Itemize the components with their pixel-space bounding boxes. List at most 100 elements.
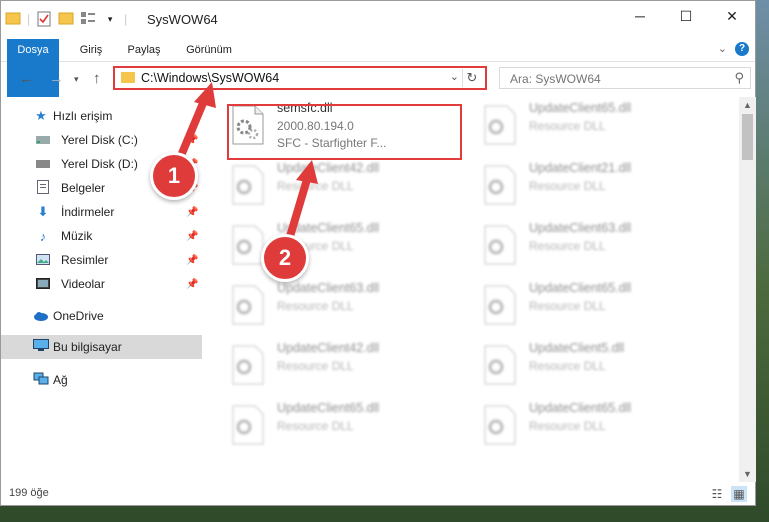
sidebar-item-videos[interactable]: Videolar 📌 (1, 273, 202, 295)
recent-locations-icon[interactable]: ▾ (74, 74, 79, 85)
customize-toolbar-icon[interactable]: ▾ (102, 11, 118, 27)
sidebar-item-label: Hızlı erişim (53, 109, 113, 123)
sidebar-item-label: Müzik (61, 229, 93, 243)
file-item[interactable]: UpdateClient65.dll Resource DLL (203, 217, 435, 275)
file-item[interactable]: UpdateClient65.dll Resource DLL (455, 397, 687, 455)
dll-file-icon (232, 285, 264, 325)
expand-ribbon-icon[interactable]: ⌄ (718, 42, 727, 55)
explorer-window: | ▾ | SysWOW64 ─ ☐ ✕ Dosya Giriş Paylaş … (0, 0, 756, 506)
sidebar-item-pictures[interactable]: Resimler 📌 (1, 249, 202, 271)
drive-icon (35, 157, 51, 172)
file-item[interactable]: UpdateClient21.dll Resource DLL (455, 157, 687, 215)
maximize-button[interactable]: ☐ (663, 1, 709, 31)
sidebar-item-label: Yerel Disk (C:) (61, 133, 138, 147)
file-name: UpdateClient65.dll (529, 401, 632, 415)
step-1-badge: 1 (150, 152, 198, 200)
file-item[interactable]: UpdateClient42.dll Resource DLL (203, 337, 435, 395)
window-controls: ─ ☐ ✕ (617, 1, 755, 31)
drive-icon (35, 133, 51, 148)
search-input[interactable] (508, 71, 712, 87)
sidebar-item-music[interactable]: ♪ Müzik 📌 (1, 225, 202, 247)
star-icon: ★ (35, 108, 47, 123)
sidebar-item-label: Bu bilgisayar (53, 340, 122, 354)
dll-file-icon (232, 225, 264, 265)
sidebar-item-network[interactable]: Ağ (1, 369, 202, 391)
file-item[interactable]: UpdateClient65.dll Resource DLL (203, 397, 435, 455)
sidebar-item-label: Belgeler (61, 181, 106, 195)
minimize-button[interactable]: ─ (617, 1, 663, 31)
pin-icon[interactable]: 📌 (186, 135, 198, 146)
computer-icon (33, 339, 49, 355)
network-icon (33, 372, 49, 388)
address-path[interactable]: C:\Windows\SysWOW64 (141, 71, 279, 85)
tab-share[interactable]: Paylaş (121, 39, 167, 61)
file-description: Resource DLL (277, 299, 354, 313)
dll-file-icon (484, 225, 516, 265)
file-item[interactable]: UpdateClient63.dll Resource DLL (203, 277, 435, 335)
search-box[interactable]: ⚲ (499, 67, 751, 89)
tab-view[interactable]: Görünüm (179, 39, 239, 61)
scroll-up-icon[interactable]: ▲ (739, 97, 756, 113)
file-description: Resource DLL (529, 179, 606, 193)
details-view-icon[interactable]: ☷ (709, 486, 725, 502)
dll-file-icon (484, 105, 516, 145)
file-name: UpdateClient21.dll (529, 161, 632, 175)
file-name: UpdateClient42.dll (277, 161, 380, 175)
scroll-thumb[interactable] (742, 114, 753, 160)
pin-icon[interactable]: 📌 (186, 231, 198, 242)
new-folder-icon[interactable] (58, 11, 74, 27)
status-bar: 199 öğe ☷ ▦ (1, 485, 755, 505)
navigation-bar: ← → ▾ ↑ C:\Windows\SysWOW64 ⌄ ↻ ⚲ (1, 62, 755, 94)
sidebar-item-this-pc[interactable]: Bu bilgisayar (1, 335, 202, 359)
search-icon[interactable]: ⚲ (734, 70, 744, 86)
file-item[interactable]: UpdateClient65.dll Resource DLL (455, 277, 687, 335)
close-button[interactable]: ✕ (709, 1, 755, 31)
sidebar-item-label: Videolar (61, 277, 105, 291)
folder-icon (121, 72, 135, 83)
file-name: UpdateClient65.dll (529, 281, 632, 295)
dll-file-icon (484, 165, 516, 205)
dll-file-icon (484, 405, 516, 445)
sidebar-item-label: Yerel Disk (D:) (61, 157, 138, 171)
scroll-down-icon[interactable]: ▼ (739, 466, 756, 482)
file-name: UpdateClient65.dll (277, 401, 380, 415)
file-description: Resource DLL (277, 179, 354, 193)
sidebar-item-label: İndirmeler (61, 205, 115, 219)
sidebar-item-onedrive[interactable]: OneDrive (1, 305, 202, 327)
dll-file-icon (232, 165, 264, 205)
up-arrow-icon[interactable]: ↑ (93, 70, 101, 87)
large-icons-view-icon[interactable]: ▦ (731, 486, 747, 502)
back-arrow-icon[interactable]: ← (19, 70, 34, 87)
file-description: Resource DLL (529, 359, 606, 373)
quick-access-toolbar: | ▾ | (5, 11, 127, 27)
dll-file-icon (232, 345, 264, 385)
dll-file-icon (484, 285, 516, 325)
dll-file-icon (232, 405, 264, 445)
refresh-icon[interactable]: ↻ (462, 69, 481, 87)
folder-icon (5, 11, 21, 27)
pin-icon[interactable]: 📌 (186, 279, 198, 290)
item-count: 199 öğe (9, 487, 49, 499)
file-item[interactable]: UpdateClient65.dll Resource DLL (455, 97, 687, 155)
pin-icon[interactable]: 📌 (186, 255, 198, 266)
vertical-scrollbar[interactable]: ▲ ▼ (739, 97, 756, 482)
video-icon (35, 277, 51, 292)
title-bar: | ▾ | SysWOW64 ─ ☐ ✕ (1, 1, 755, 39)
file-item[interactable]: UpdateClient42.dll Resource DLL (203, 157, 435, 215)
address-bar[interactable]: C:\Windows\SysWOW64 ⌄ ↻ (113, 66, 487, 90)
properties-icon[interactable] (36, 11, 52, 27)
tab-home[interactable]: Giriş (71, 39, 111, 61)
sidebar-item-downloads[interactable]: ⬇ İndirmeler 📌 (1, 201, 202, 223)
address-dropdown-icon[interactable]: ⌄ (450, 70, 459, 83)
help-button[interactable]: ? (735, 42, 749, 56)
forward-arrow-icon[interactable]: → (49, 70, 64, 87)
file-description: Resource DLL (277, 359, 354, 373)
window-title: SysWOW64 (147, 12, 218, 27)
sidebar-item-label: Ağ (53, 373, 68, 387)
file-item[interactable]: UpdateClient63.dll Resource DLL (455, 217, 687, 275)
view-options-icon[interactable] (80, 11, 96, 27)
sidebar-item-quick-access[interactable]: ★ Hızlı erişim (1, 105, 202, 127)
file-item[interactable]: UpdateClient5.dll Resource DLL (455, 337, 687, 395)
sidebar-item-local-disk-c[interactable]: Yerel Disk (C:) 📌 (1, 129, 202, 151)
pin-icon[interactable]: 📌 (186, 207, 198, 218)
